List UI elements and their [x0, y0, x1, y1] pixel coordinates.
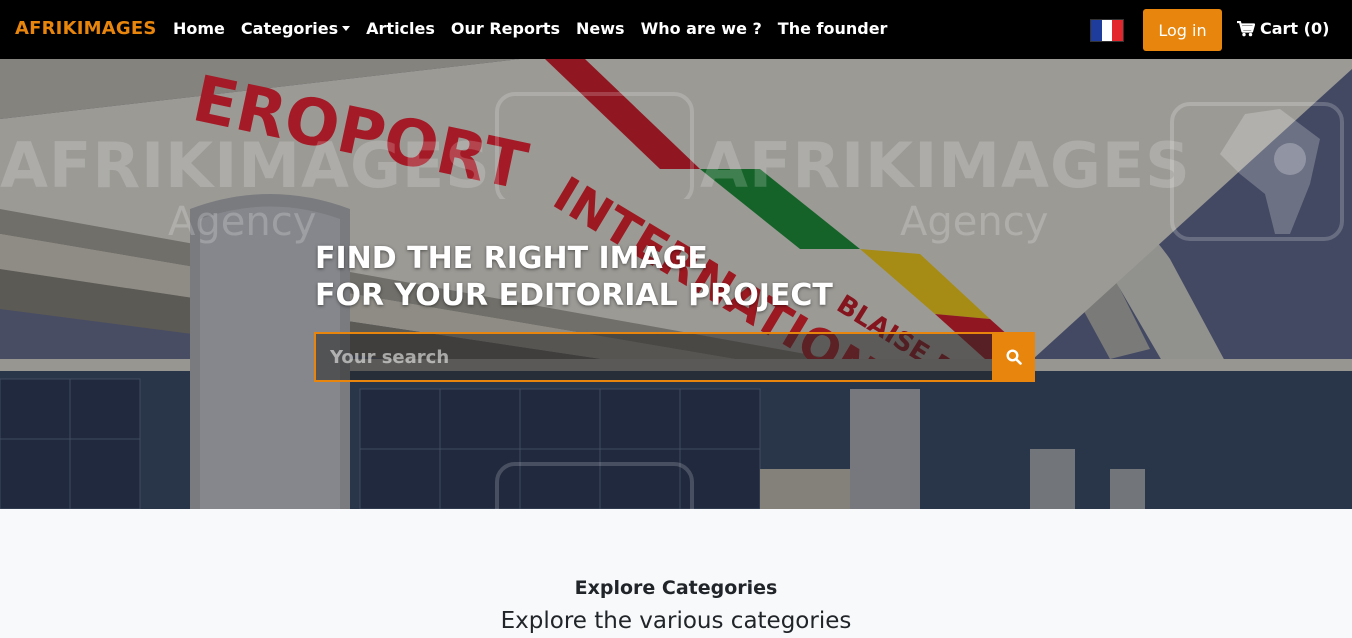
- nav-who-are-we-label: Who are we ?: [640, 19, 762, 38]
- nav-news-label: News: [576, 19, 625, 38]
- france-flag-icon[interactable]: [1091, 20, 1124, 41]
- search-icon: [1005, 349, 1022, 365]
- explore-categories-title: Explore Categories: [574, 577, 778, 599]
- hero-banner: EROPORT INTERNATIONAL BLAISE DIAGNE: [0, 59, 1352, 509]
- watermark-sub-text: Agency: [168, 199, 317, 245]
- nav-home[interactable]: Home: [165, 19, 233, 38]
- watermark-text: AFRIKIMAGES: [700, 129, 1191, 202]
- hero-title-line2: FOR YOUR EDITORIAL PROJECT: [315, 278, 833, 313]
- cart-link[interactable]: Cart (0): [1237, 19, 1329, 38]
- hero-title-line1: FIND THE RIGHT IMAGE: [315, 241, 708, 276]
- search-input[interactable]: [314, 332, 992, 382]
- login-button[interactable]: Log in: [1143, 9, 1222, 51]
- caret-down-icon: [342, 26, 351, 31]
- nav-articles-label: Articles: [366, 19, 435, 38]
- nav-news[interactable]: News: [568, 19, 633, 38]
- watermark-text: AFRIKIMAGES: [0, 129, 491, 202]
- explore-categories-subtitle: Explore the various categories: [500, 608, 852, 634]
- hero-title: FIND THE RIGHT IMAGE FOR YOUR EDITORIAL …: [315, 240, 833, 314]
- cart-label: Cart (0): [1260, 19, 1330, 38]
- nav-categories-dropdown[interactable]: Categories: [233, 19, 358, 38]
- nav-who-are-we[interactable]: Who are we ?: [633, 19, 770, 38]
- watermark-sub-text: Agency: [900, 199, 1049, 245]
- watermark-camera-icon: [495, 92, 694, 199]
- nav-articles[interactable]: Articles: [358, 19, 443, 38]
- nav-categories-label: Categories: [240, 19, 339, 38]
- nav-home-label: Home: [173, 19, 225, 38]
- nav-links: Home Categories Articles Our Reports New…: [165, 19, 895, 38]
- brand-logo[interactable]: AFRIKIMAGES: [15, 18, 157, 39]
- nav-our-reports-label: Our Reports: [450, 19, 561, 38]
- cart-icon: [1237, 20, 1255, 36]
- watermark-camera-icon: [495, 462, 694, 509]
- nav-our-reports[interactable]: Our Reports: [443, 19, 568, 38]
- nav-the-founder[interactable]: The founder: [770, 19, 896, 38]
- search-button[interactable]: [992, 332, 1035, 382]
- watermark-camera-africa-icon: [1170, 102, 1344, 241]
- navbar: AFRIKIMAGES Home Categories Articles Our…: [0, 0, 1352, 59]
- nav-the-founder-label: The founder: [777, 19, 888, 38]
- search-bar: [314, 332, 1035, 382]
